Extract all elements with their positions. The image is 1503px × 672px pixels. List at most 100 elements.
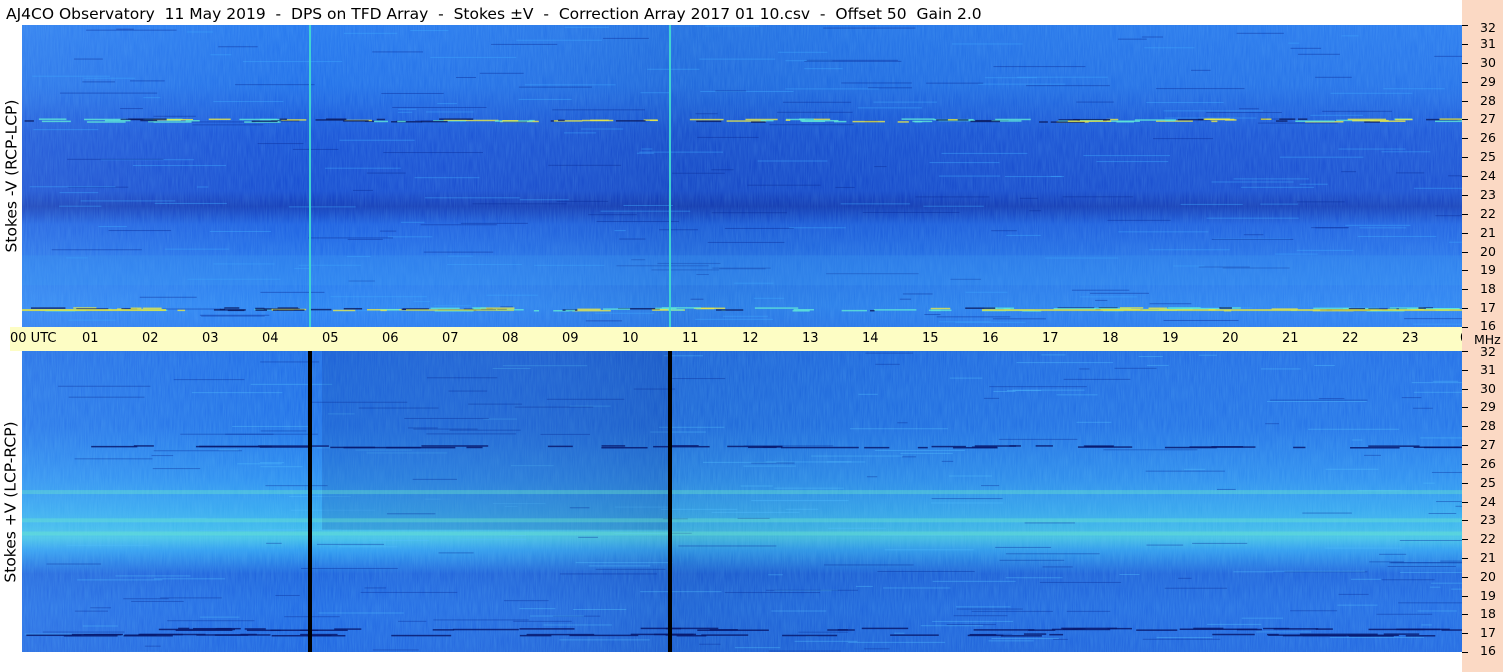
bottom-dark-streak (526, 633, 595, 636)
bottom-noise-streak (1432, 380, 1459, 382)
top-band-segment (239, 118, 278, 121)
top-noise-streak (690, 298, 704, 300)
top-band-segment (533, 310, 540, 312)
bottom-noise-streak (1308, 428, 1400, 430)
top-band-segment (582, 119, 614, 122)
bottom-noise-streak (785, 508, 819, 510)
bottom-dark-streak (890, 634, 939, 636)
bottom-noise-streak (826, 461, 852, 463)
bottom-noise-streak (1164, 587, 1228, 589)
bottom-dark-streak (1049, 633, 1064, 636)
top-noise-streak (381, 92, 444, 94)
bottom-noise-streak (1056, 394, 1098, 396)
top-noise-streak (32, 75, 110, 77)
top-noise-streak (260, 291, 325, 293)
top-noise-streak (51, 249, 142, 251)
top-noise-streak (414, 177, 480, 179)
freq-tickmark (1462, 501, 1468, 503)
top-noise-streak (162, 308, 221, 310)
bottom-noise-streak (1207, 623, 1262, 625)
top-band-segment (1352, 119, 1389, 122)
top-noise-streak (596, 220, 679, 222)
bottom-noise-streak (991, 638, 1059, 640)
top-noise-streak (564, 26, 610, 28)
bottom-noise-streak (1337, 604, 1378, 606)
top-noise-streak (777, 111, 853, 113)
top-noise-streak (1079, 296, 1137, 298)
top-noise-streak (1096, 161, 1169, 163)
top-noise-streak (715, 90, 747, 92)
time-axis-bar: 00 UTC 01 02 03 04 05 06 07 08 09 10 11 12 13 14 15 16 17… (10, 327, 1477, 351)
bottom-dark-streak (240, 633, 257, 636)
freq-tick-bottom-17: 17 (1480, 625, 1496, 641)
bottom-dark-streak (1212, 633, 1255, 636)
bottom-noise-streak (1119, 574, 1140, 576)
top-noise-streak (619, 238, 646, 240)
top-band-segment (901, 118, 935, 120)
top-noise-streak (588, 214, 637, 216)
bottom-noise-streak (1290, 610, 1338, 612)
bottom-noise-streak (711, 511, 800, 513)
top-noise-streak (479, 72, 524, 74)
top-band-segment (343, 307, 363, 310)
top-noise-streak (472, 203, 567, 205)
top-noise-streak (1338, 148, 1406, 150)
spectrogram-bottom-svg (22, 351, 1462, 652)
freq-tick-bottom-21: 21 (1480, 549, 1496, 565)
bottom-dark-streak (953, 446, 998, 449)
freq-tickmark (1462, 308, 1468, 310)
top-noise-streak (1297, 201, 1345, 203)
top-noise-streak (552, 109, 645, 111)
top-noise-streak (213, 101, 284, 103)
top-noise-streak (1062, 196, 1134, 198)
freq-tickmark (1462, 43, 1468, 45)
bottom-noise-streak (1216, 488, 1236, 490)
time-tick-14: 14 (862, 331, 879, 346)
bottom-noise-streak (173, 379, 245, 381)
top-noise-streak (379, 230, 397, 232)
top-noise-streak (139, 296, 197, 298)
top-noise-streak (1118, 231, 1209, 233)
bottom-noise-streak (948, 475, 993, 477)
bottom-dark-streak (1293, 446, 1306, 449)
freq-tickmark (1462, 232, 1468, 234)
top-noise-streak (1206, 112, 1282, 114)
top-band-segment (420, 120, 448, 123)
top-noise-streak (1095, 299, 1108, 301)
bottom-noise-streak (1412, 407, 1433, 409)
freq-tick-top-26: 26 (1480, 130, 1496, 146)
top-band-segment (213, 309, 246, 311)
bottom-noise-streak (153, 450, 243, 452)
top-band-segment (1134, 119, 1177, 121)
top-noise-streak (1238, 108, 1259, 110)
bottom-noise-streak (433, 619, 529, 621)
time-tick-1: 01 (82, 331, 99, 346)
top-band-segment (1279, 118, 1296, 120)
bottom-noise-streak (369, 539, 429, 541)
bottom-noise-streak (1379, 553, 1407, 555)
top-noise-streak (707, 241, 785, 243)
bottom-noise-streak (1053, 638, 1068, 640)
top-noise-streak (991, 230, 1017, 232)
top-noise-streak (330, 296, 427, 298)
bottom-bright-band (22, 531, 1462, 536)
freq-tick-bottom-28: 28 (1480, 418, 1496, 434)
time-tick-11: 11 (682, 331, 699, 346)
top-noise-streak (437, 103, 458, 105)
bottom-noise-streak (503, 600, 549, 602)
top-band-segment (24, 120, 34, 122)
bottom-noise-streak (774, 487, 844, 489)
time-tick-18: 18 (1102, 331, 1119, 346)
bottom-dark-streak (917, 446, 928, 449)
bottom-noise-streak (575, 562, 673, 564)
bottom-noise-streak (151, 455, 174, 457)
bottom-noise-streak (848, 641, 946, 643)
top-noise-streak (423, 251, 494, 253)
top-yellow-line (406, 309, 514, 312)
top-band-segment (255, 307, 265, 310)
bottom-noise-streak (131, 600, 184, 602)
freq-tick-top-31: 31 (1480, 35, 1496, 51)
bottom-noise-streak (218, 449, 239, 451)
top-band-segment (615, 120, 646, 122)
bottom-noise-streak (824, 564, 914, 566)
